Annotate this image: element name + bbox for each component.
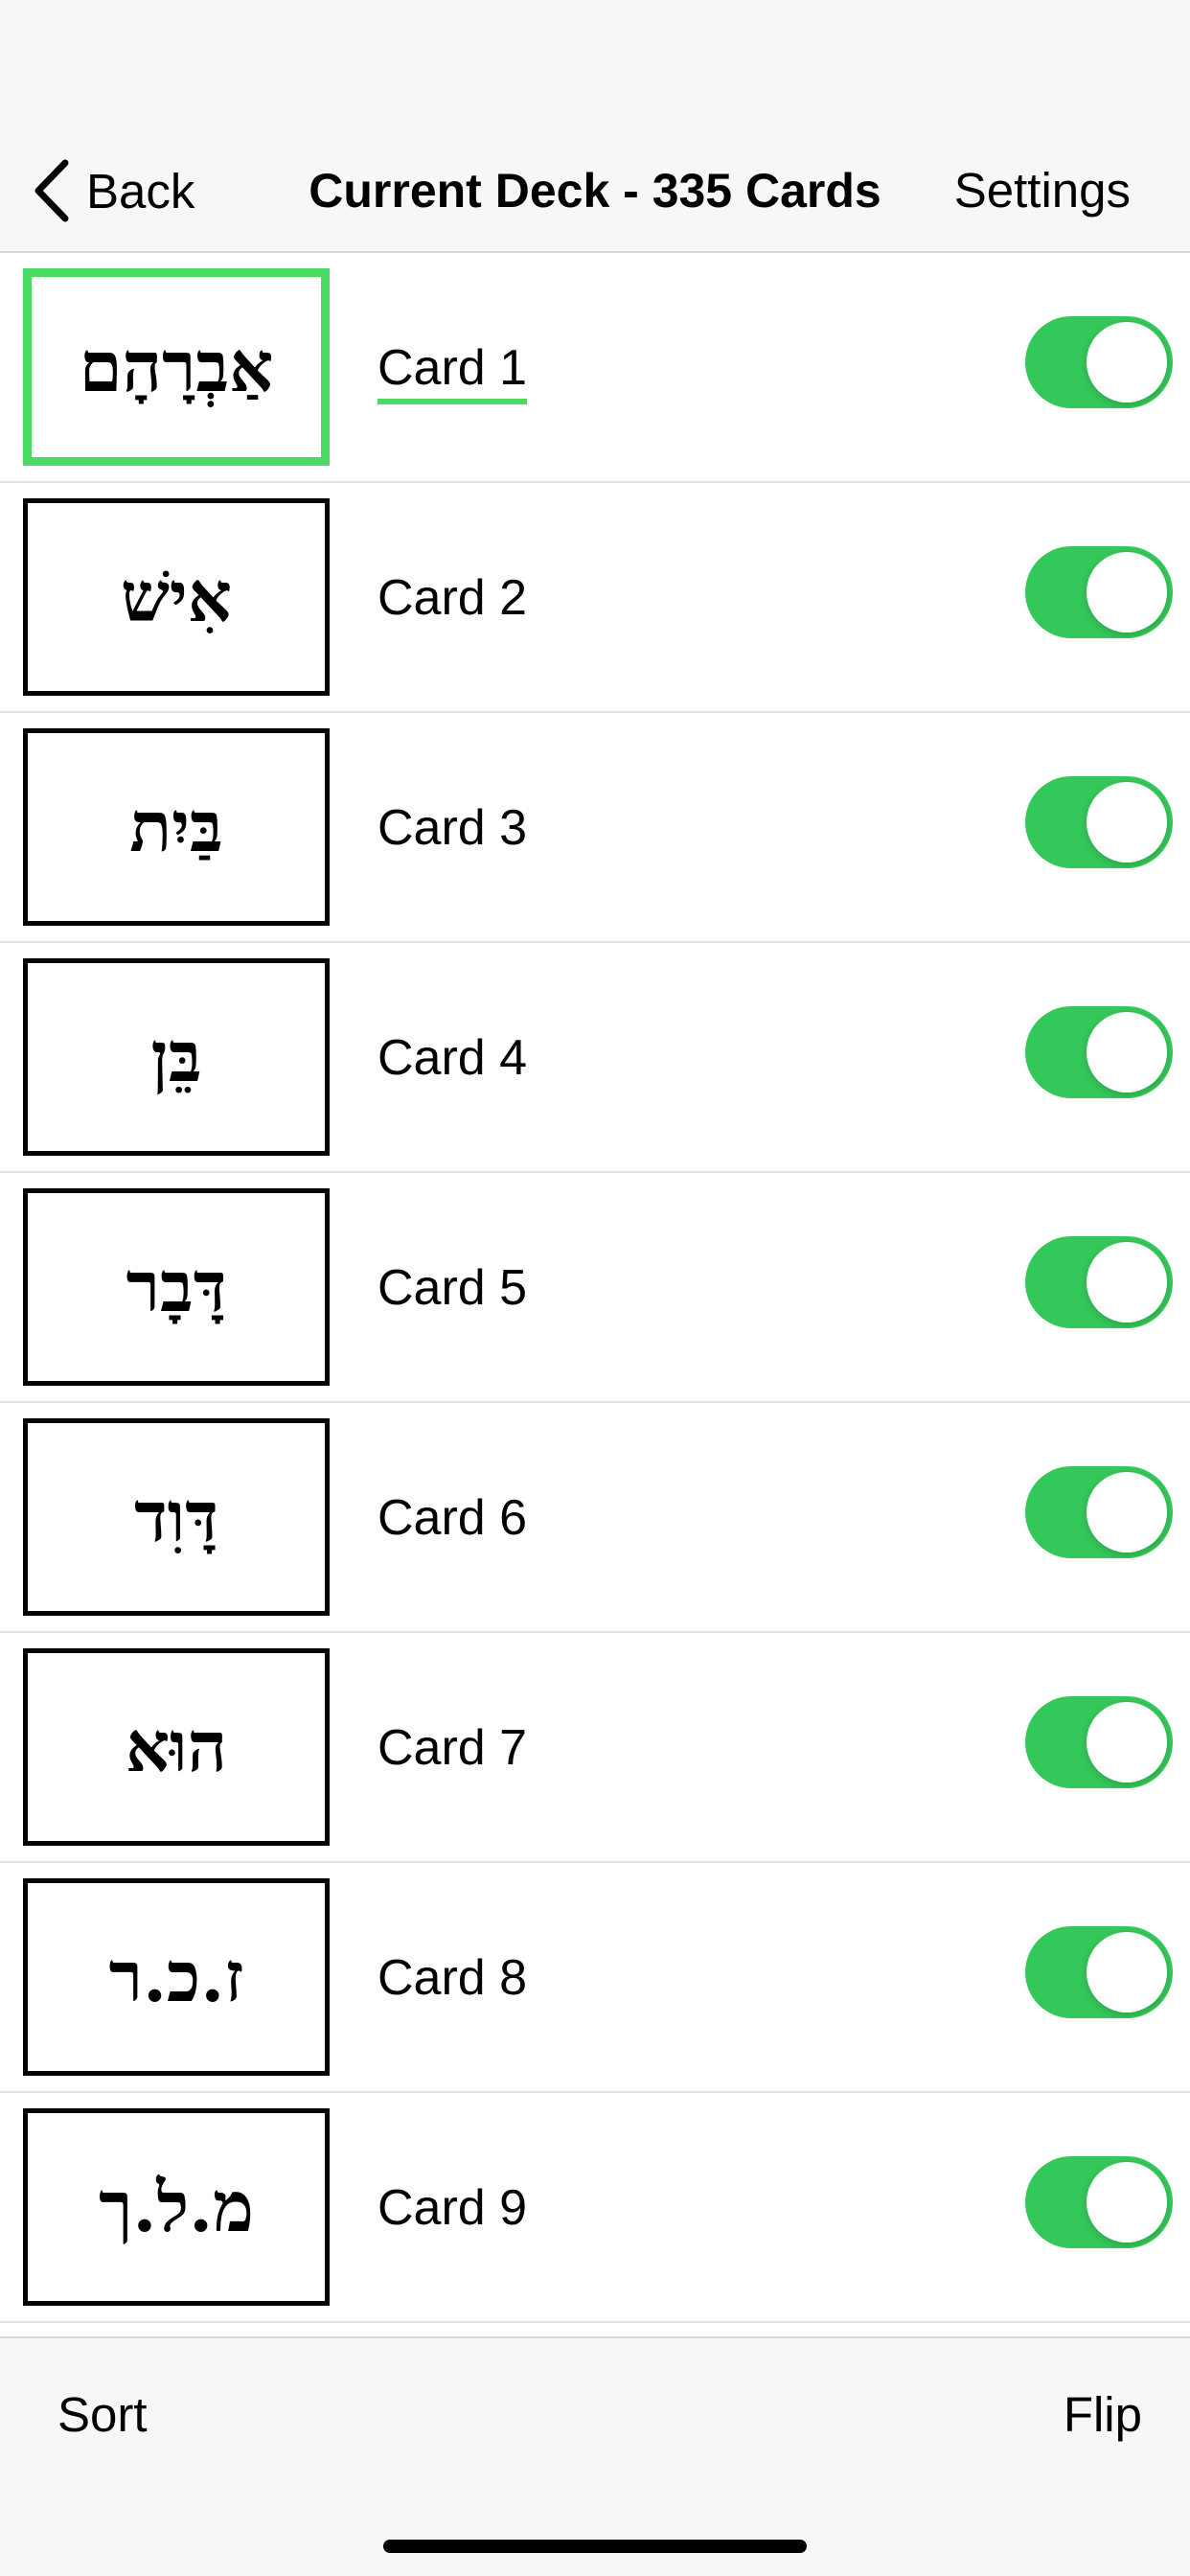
toggle-knob	[1087, 1702, 1167, 1782]
card-thumbnail[interactable]: אִישׁ	[23, 498, 330, 696]
card-label: Card 4	[378, 1030, 528, 1086]
card-thumbnail[interactable]: ז.כ.ר	[23, 1878, 330, 2076]
card-front-text: אַבְרָהָם	[79, 326, 274, 407]
card-row[interactable]: אַבְרָהָם Card 1	[0, 253, 1190, 483]
back-button[interactable]: Back	[33, 157, 195, 224]
toggle-knob	[1087, 1242, 1167, 1322]
flip-button[interactable]: Flip	[1064, 2386, 1142, 2443]
card-front-text: דָּוִד	[134, 1476, 218, 1557]
card-row[interactable]: בַּיִת Card 3	[0, 713, 1190, 943]
card-thumbnail[interactable]: בֵּן	[23, 958, 330, 1156]
back-label: Back	[86, 163, 195, 218]
card-thumbnail[interactable]: הוּא	[23, 1648, 330, 1846]
card-front-text: אִישׁ	[120, 556, 233, 637]
toggle-knob	[1087, 552, 1167, 632]
card-label: Card 3	[378, 800, 528, 856]
card-label: Card 5	[378, 1260, 528, 1316]
card-row[interactable]: דָּבָר Card 5	[0, 1173, 1190, 1403]
card-enabled-toggle[interactable]	[1025, 1926, 1173, 2018]
toggle-knob	[1087, 1012, 1167, 1092]
card-enabled-toggle[interactable]	[1025, 316, 1173, 408]
sort-button[interactable]: Sort	[57, 2386, 148, 2443]
card-label: Card 6	[378, 1490, 528, 1546]
card-row[interactable]: בֵּן Card 4	[0, 943, 1190, 1173]
card-list[interactable]: אַבְרָהָם Card 1 אִישׁ Card 2 בַּיִת Car…	[0, 253, 1190, 2336]
card-row[interactable]: הוּא Card 7	[0, 1633, 1190, 1863]
card-enabled-toggle[interactable]	[1025, 2156, 1173, 2248]
card-front-text: בַּיִת	[129, 786, 223, 867]
card-front-text: דָּבָר	[126, 1246, 227, 1327]
card-front-text: ז.כ.ר	[108, 1936, 244, 2017]
card-thumbnail[interactable]: בַּיִת	[23, 728, 330, 926]
card-row[interactable]: אִישׁ Card 2	[0, 483, 1190, 713]
card-enabled-toggle[interactable]	[1025, 1466, 1173, 1558]
card-enabled-toggle[interactable]	[1025, 546, 1173, 638]
home-indicator[interactable]	[383, 2540, 807, 2553]
card-thumbnail[interactable]: דָּוִד	[23, 1418, 330, 1616]
card-thumbnail[interactable]: אַבְרָהָם	[23, 268, 330, 466]
toggle-knob	[1087, 1932, 1167, 2012]
card-label: Card 9	[378, 2180, 528, 2236]
card-enabled-toggle[interactable]	[1025, 1236, 1173, 1328]
card-enabled-toggle[interactable]	[1025, 776, 1173, 868]
toggle-knob	[1087, 782, 1167, 862]
navigation-bar: Back Current Deck - 335 Cards Settings	[0, 0, 1190, 253]
card-label: Card 2	[378, 570, 528, 626]
card-row[interactable]: ז.כ.ר Card 8	[0, 1863, 1190, 2093]
toggle-knob	[1087, 2162, 1167, 2242]
toggle-knob	[1087, 322, 1167, 402]
card-front-text: בֵּן	[150, 1016, 202, 1097]
card-front-text: הוּא	[125, 1706, 228, 1787]
card-row[interactable]: מ.ל.ך Card 9	[0, 2093, 1190, 2323]
chevron-left-icon	[33, 159, 71, 222]
card-enabled-toggle[interactable]	[1025, 1006, 1173, 1098]
card-label: Card 1	[378, 339, 528, 404]
toggle-knob	[1087, 1472, 1167, 1552]
settings-button[interactable]: Settings	[954, 157, 1131, 224]
card-thumbnail[interactable]: מ.ל.ך	[23, 2108, 330, 2306]
card-front-text: מ.ל.ך	[99, 2166, 254, 2247]
card-thumbnail[interactable]: דָּבָר	[23, 1188, 330, 1386]
card-enabled-toggle[interactable]	[1025, 1696, 1173, 1788]
card-label: Card 8	[378, 1950, 528, 2006]
card-label: Card 7	[378, 1720, 528, 1776]
card-row[interactable]: דָּוִד Card 6	[0, 1403, 1190, 1633]
